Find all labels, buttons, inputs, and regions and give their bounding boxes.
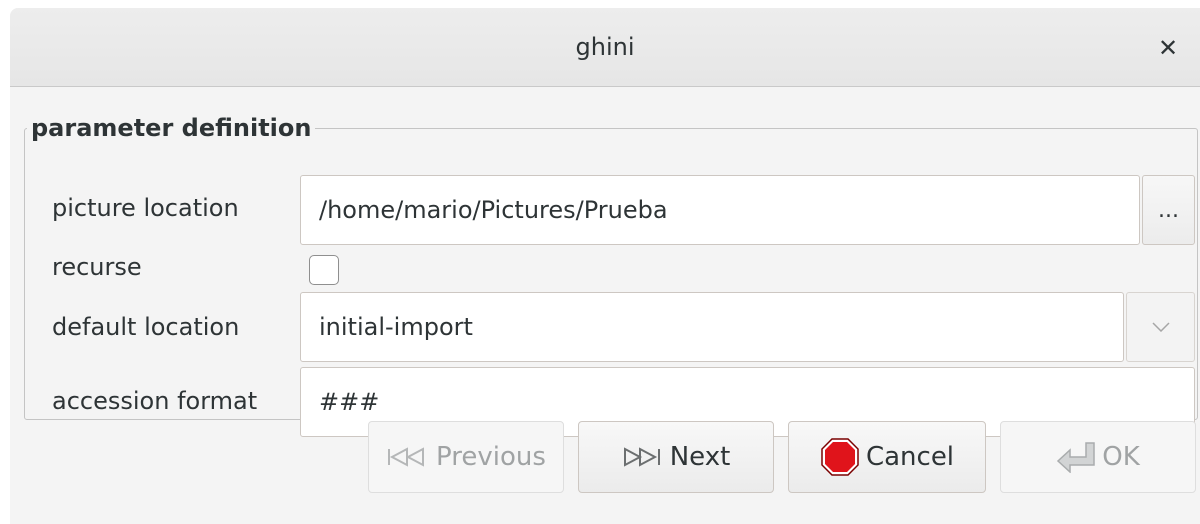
browse-button[interactable]: ... <box>1142 175 1195 245</box>
recurse-label: recurse <box>52 253 142 281</box>
previous-button[interactable]: Previous <box>368 421 564 493</box>
group-legend: parameter definition <box>31 114 312 142</box>
next-button-label: Next <box>669 442 731 472</box>
skip-backward-icon <box>386 446 430 468</box>
default-location-combo-entry[interactable]: initial-import <box>300 292 1124 362</box>
enter-arrow-icon <box>1056 441 1096 473</box>
default-location-dropdown-button[interactable] <box>1126 292 1195 362</box>
accession-format-label: accession format <box>52 387 258 415</box>
chevron-down-icon <box>1151 322 1170 332</box>
title-bar: ghini ✕ <box>10 8 1200 87</box>
picture-location-field[interactable]: /home/mario/Pictures/Prueba <box>300 175 1140 245</box>
dialog-window: ghini ✕ parameter definition picture loc… <box>10 8 1200 524</box>
stop-icon <box>820 437 860 477</box>
recurse-checkbox[interactable] <box>309 255 339 285</box>
ok-button[interactable]: OK <box>1000 421 1196 493</box>
cancel-button-label: Cancel <box>865 442 955 472</box>
skip-forward-icon <box>622 446 664 468</box>
parameter-definition-group: parameter definition picture location /h… <box>24 114 1198 437</box>
window-title: ghini <box>575 33 635 61</box>
cancel-button[interactable]: Cancel <box>788 421 986 493</box>
close-button[interactable]: ✕ <box>1154 34 1182 62</box>
default-location-label: default location <box>52 313 240 341</box>
picture-location-label: picture location <box>52 194 239 222</box>
next-button[interactable]: Next <box>578 421 774 493</box>
ok-button-label: OK <box>1102 442 1140 472</box>
browse-button-label: ... <box>1158 197 1179 223</box>
close-icon: ✕ <box>1157 34 1179 62</box>
previous-button-label: Previous <box>436 442 546 472</box>
